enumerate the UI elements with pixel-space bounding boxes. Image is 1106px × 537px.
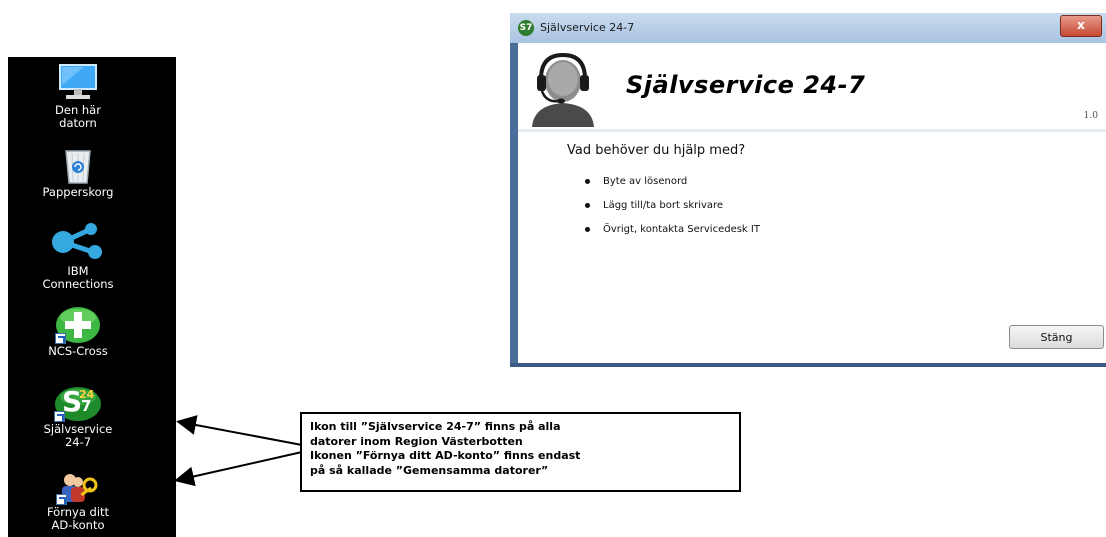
desktop-icon-ibm-connections[interactable]: IBM Connections — [8, 220, 148, 291]
bullet-icon — [585, 227, 590, 232]
option-label: Byte av lösenord — [603, 176, 688, 187]
desktop-icon-ncs-cross[interactable]: NCS-Cross — [8, 306, 148, 358]
desktop-icon-this-pc[interactable]: Den här datorn — [8, 63, 148, 130]
close-button[interactable]: Stäng — [1009, 325, 1104, 349]
renew-ad-account-icon — [56, 471, 100, 505]
dialog-header: Självservice 24-7 1.0 — [518, 43, 1106, 132]
shortcut-arrow-icon — [54, 411, 65, 422]
annotation-line: på så kallade ”Gemensamma datorer” — [310, 463, 549, 477]
arrow-to-renew-ad — [174, 451, 303, 487]
help-question: Vad behöver du hjälp med? — [567, 143, 746, 158]
sjalvservice-window: S7 Självservice 24-7 x Självservice 24-7… — [510, 13, 1106, 367]
window-close-button[interactable]: x — [1060, 15, 1102, 37]
ncs-cross-icon — [55, 306, 101, 344]
window-bottom-border — [510, 363, 1106, 367]
desktop-icon-renew-ad-account[interactable]: Förnya ditt AD-konto — [8, 471, 148, 532]
annotation-line: datorer inom Region Västerbotten — [310, 434, 523, 448]
desktop-icon-label: Förnya ditt AD-konto — [46, 505, 110, 532]
annotation-line: Ikonen ”Förnya ditt AD-konto” finns enda… — [310, 449, 581, 462]
recycle-bin-icon — [58, 145, 98, 185]
bullet-icon — [585, 203, 590, 208]
option-label: Övrigt, kontakta Servicedesk IT — [603, 224, 760, 235]
window-content: Självservice 24-7 1.0 Vad behöver du hjä… — [518, 43, 1106, 363]
ibm-connections-icon — [49, 220, 107, 264]
desktop-icon-recycle-bin[interactable]: Papperskorg — [8, 145, 148, 199]
desktop-icon-label: IBM Connections — [42, 264, 114, 291]
version-label: 1.0 — [1083, 111, 1098, 121]
shortcut-arrow-icon — [56, 494, 67, 505]
option-contact-servicedesk[interactable]: Övrigt, kontakta Servicedesk IT — [585, 224, 760, 248]
desktop-icon-label: NCS-Cross — [48, 344, 108, 358]
support-agent-headset-icon — [528, 49, 598, 127]
badge-bottom-number: 7 — [81, 397, 92, 415]
window-title-bar[interactable]: S7 Självservice 24-7 x — [510, 13, 1106, 43]
option-add-remove-printer[interactable]: Lägg till/ta bort skrivare — [585, 200, 760, 224]
option-label: Lägg till/ta bort skrivare — [603, 200, 724, 211]
annotation-box: Ikon till ”Självservice 24-7” finns på a… — [300, 412, 741, 492]
desktop-icon-sjalvservice[interactable]: S 24 7 Självservice 24-7 — [8, 386, 148, 449]
shortcut-arrow-icon — [55, 333, 66, 344]
app-icon: S7 — [518, 20, 534, 36]
dialog-heading: Självservice 24-7 — [626, 71, 866, 99]
desktop-icon-label: Papperskorg — [42, 185, 114, 199]
help-options-list: Byte av lösenord Lägg till/ta bort skriv… — [585, 176, 760, 248]
desktop-icon-column: Den här datorn Papperskorg IBM Connectio… — [8, 57, 176, 537]
desktop-icon-label: Den här datorn — [55, 103, 101, 130]
sjalvservice-icon: S 24 7 — [54, 386, 102, 422]
computer-icon — [54, 63, 102, 103]
arrow-to-sjalvservice — [176, 415, 303, 446]
window-title: Självservice 24-7 — [540, 21, 635, 34]
option-change-password[interactable]: Byte av lösenord — [585, 176, 760, 200]
desktop-icon-label: Självservice 24-7 — [43, 422, 113, 449]
bullet-icon — [585, 179, 590, 184]
annotation-line: Ikon till ”Självservice 24-7” finns på a… — [310, 420, 561, 433]
